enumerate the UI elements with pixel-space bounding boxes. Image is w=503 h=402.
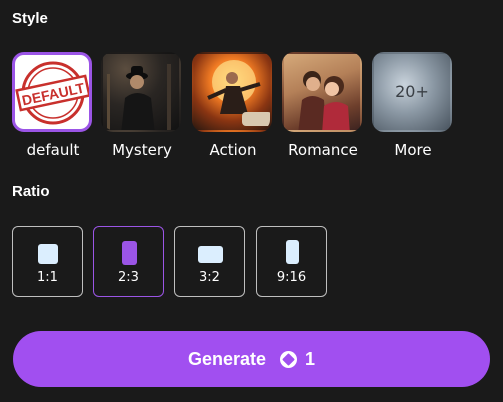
- action-image: [207, 60, 270, 126]
- generate-label: Generate: [187, 348, 267, 369]
- mystery-image: [107, 64, 171, 130]
- style-option-default[interactable]: DEFAULT default: [12, 52, 94, 159]
- style-thumbnail-mystery: [101, 52, 181, 132]
- style-label-more: More: [394, 141, 432, 159]
- ratio-9-16-icon: [286, 240, 299, 264]
- style-section-title: Style: [12, 10, 48, 27]
- ratio-label-9-16: 9:16: [276, 270, 307, 285]
- more-count: 20+: [395, 82, 429, 101]
- default-stamp-image: DEFAULT: [15, 61, 89, 125]
- ratio-label-1-1: 1:1: [37, 270, 58, 285]
- ratio-option-1-1[interactable]: 1:1: [12, 226, 83, 297]
- style-option-action[interactable]: Action: [192, 52, 274, 159]
- style-thumbnail-action: [192, 52, 272, 132]
- style-thumbnail-more: 20+: [372, 52, 452, 132]
- style-label-romance: Romance: [288, 141, 358, 159]
- style-label-default: default: [26, 141, 80, 159]
- coin-icon: [280, 350, 298, 368]
- style-option-mystery[interactable]: Mystery: [101, 52, 183, 159]
- style-thumbnail-romance: [282, 52, 362, 132]
- generate-cost: 1: [305, 348, 316, 369]
- style-label-mystery: Mystery: [112, 141, 172, 159]
- style-option-romance[interactable]: Romance: [282, 52, 364, 159]
- style-thumbnail-default: DEFAULT: [12, 52, 92, 132]
- ratio-section-title: Ratio: [12, 183, 50, 200]
- ratio-2-3-icon: [122, 241, 137, 265]
- style-option-more[interactable]: 20+ More: [372, 52, 454, 159]
- romance-image: [298, 71, 350, 130]
- ratio-3-2-icon: [198, 246, 223, 263]
- generate-button[interactable]: Generate 1: [13, 331, 490, 387]
- ratio-label-2-3: 2:3: [118, 270, 139, 285]
- style-label-action: Action: [209, 141, 257, 159]
- style-options: DEFAULT default Mystery Action Romance 2…: [12, 52, 492, 164]
- ratio-option-9-16[interactable]: 9:16: [256, 226, 327, 297]
- ratio-1-1-icon: [38, 244, 58, 264]
- ratio-label-3-2: 3:2: [199, 270, 220, 285]
- ratio-option-3-2[interactable]: 3:2: [174, 226, 245, 297]
- ratio-option-2-3[interactable]: 2:3: [93, 226, 164, 297]
